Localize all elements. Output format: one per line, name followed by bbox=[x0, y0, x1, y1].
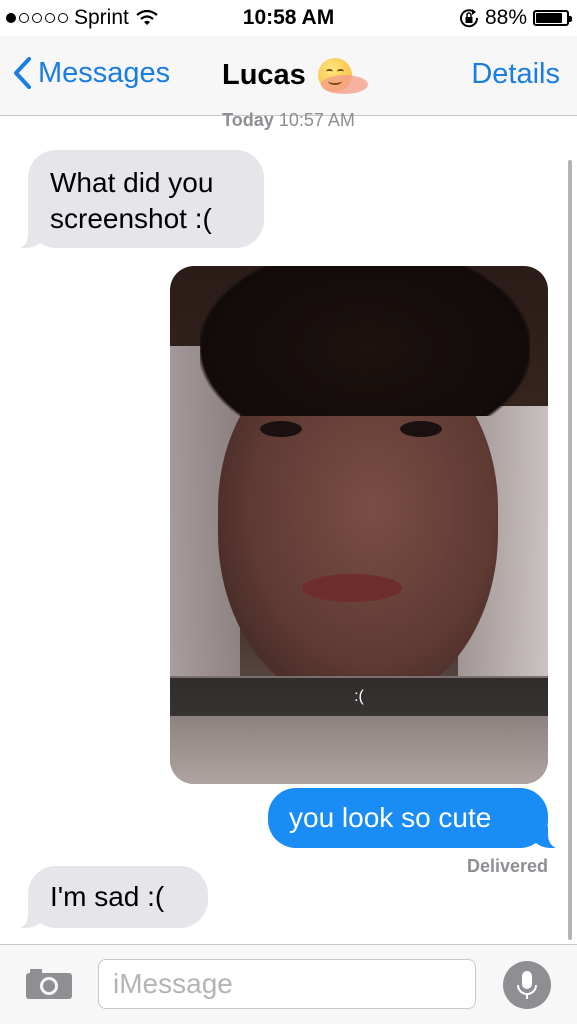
incoming-message[interactable]: I'm sad :( bbox=[6, 866, 208, 929]
photo-eye bbox=[400, 421, 442, 437]
back-button[interactable]: Messages bbox=[12, 56, 170, 90]
microphone-icon bbox=[517, 971, 537, 999]
signal-dot bbox=[6, 13, 16, 23]
signal-strength-icon bbox=[6, 13, 68, 23]
image-message[interactable]: :( bbox=[170, 266, 548, 784]
nav-bar: Messages Lucas Details bbox=[0, 36, 577, 116]
thread-timestamp: Today 10:57 AM bbox=[0, 110, 577, 131]
delivery-status: Delivered bbox=[466, 856, 548, 876]
contact-name: Lucas bbox=[222, 58, 306, 91]
photo-eye bbox=[260, 421, 302, 437]
signal-dot bbox=[45, 13, 55, 23]
carrier-signal: Sprint bbox=[6, 6, 159, 30]
photo-mouth bbox=[302, 574, 402, 602]
blushing-smile-emoji-icon bbox=[317, 58, 368, 94]
signal-dot bbox=[58, 13, 68, 23]
photo-hair bbox=[200, 266, 530, 416]
wifi-icon bbox=[136, 9, 158, 25]
back-label: Messages bbox=[38, 56, 171, 89]
signal-dot bbox=[32, 13, 42, 23]
message-input-bar bbox=[0, 944, 577, 1024]
incoming-message[interactable]: What did you screenshot :( bbox=[6, 150, 264, 249]
photo-caption-bar: :( bbox=[170, 678, 548, 716]
outgoing-message[interactable]: you look so cute bbox=[268, 788, 570, 849]
signal-dot bbox=[19, 13, 29, 23]
message-input[interactable] bbox=[98, 959, 476, 1009]
camera-icon[interactable] bbox=[24, 967, 74, 1001]
microphone-button[interactable] bbox=[503, 961, 551, 1009]
conversation-title: Lucas bbox=[222, 58, 368, 94]
status-bar: Sprint 10:58 AM 88% bbox=[0, 0, 577, 36]
battery-percent: 88% bbox=[484, 6, 527, 29]
battery-fill bbox=[536, 13, 563, 23]
details-button[interactable]: Details bbox=[471, 58, 560, 91]
rotation-lock-icon bbox=[459, 9, 478, 28]
timestamp-time: 10:57 AM bbox=[278, 110, 355, 130]
carrier-name: Sprint bbox=[74, 6, 129, 29]
chevron-left-icon bbox=[14, 57, 31, 89]
battery-status: 88% bbox=[459, 6, 572, 30]
scrollbar[interactable] bbox=[568, 160, 572, 940]
battery-icon bbox=[533, 10, 572, 26]
timestamp-day: Today bbox=[222, 110, 274, 130]
photo-caption: :( bbox=[354, 688, 364, 705]
